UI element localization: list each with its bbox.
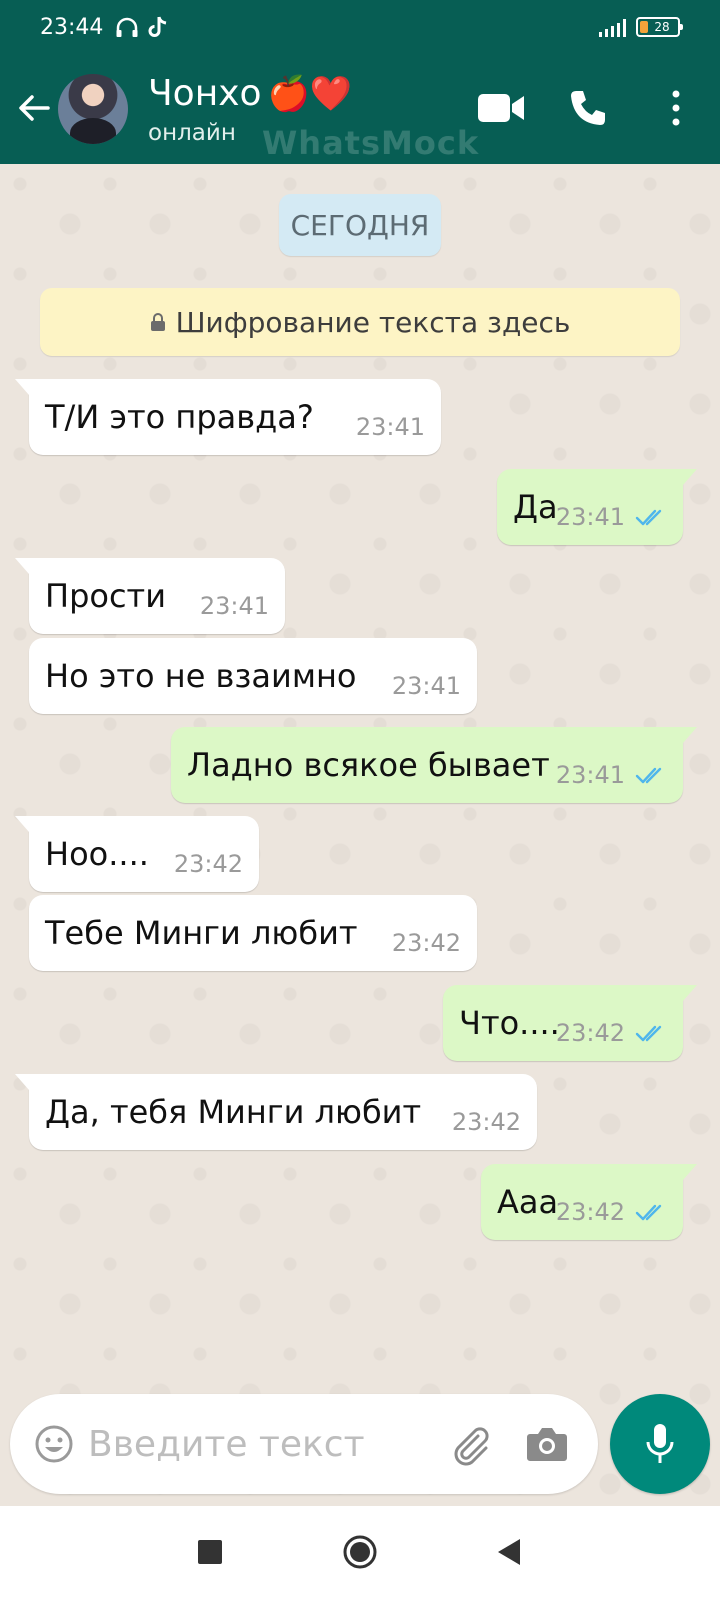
message-time: 23:41 [355,413,425,441]
message-text: Ааа [497,1183,559,1221]
message-incoming[interactable]: Ноо.... 23:42 [15,816,259,892]
message-incoming[interactable]: Прости 23:41 [15,558,285,634]
message-outgoing[interactable]: Ладно всякое бывает 23:41 [171,727,697,803]
lock-icon [150,313,165,331]
contact-name[interactable]: Чонхо 🍎❤️ [148,72,352,116]
system-nav-bar [0,1506,720,1600]
contact-name-emoji: 🍎❤️ [267,74,353,114]
message-time: 23:42 [391,929,461,957]
message-time: 23:42 [555,1019,625,1047]
message-incoming[interactable]: Да, тебя Минги любит 23:42 [15,1074,537,1150]
more-vert-icon[interactable] [664,88,688,128]
message-time: 23:41 [555,503,625,531]
message-text: Что.... [459,1004,560,1042]
message-text: Да, тебя Минги любит [45,1093,422,1131]
message-time: 23:42 [173,850,243,878]
message-text: Тебе Минги любит [45,914,358,952]
read-receipt-icon [635,767,662,784]
mic-button[interactable] [610,1394,710,1494]
message-time: 23:42 [555,1198,625,1226]
battery-level: 28 [654,20,670,34]
encryption-notice[interactable]: Шифрование текста здесь [40,288,680,356]
contact-avatar[interactable] [58,74,128,144]
recents-square-icon[interactable] [198,1540,222,1564]
message-incoming[interactable]: Тебе Минги любит 23:42 [29,895,477,971]
date-chip: СЕГОДНЯ [279,194,441,256]
back-triangle-icon[interactable] [494,1536,524,1568]
message-time: 23:41 [555,761,625,789]
status-notification-icons [115,15,169,39]
camera-icon[interactable] [526,1424,568,1462]
video-call-icon[interactable] [476,90,526,126]
home-circle-icon[interactable] [342,1534,378,1570]
message-incoming[interactable]: Т/И это правда? 23:41 [15,379,441,455]
encryption-notice-text: Шифрование текста здесь [175,305,571,339]
message-outgoing[interactable]: Ааа 23:42 [481,1164,697,1240]
phone-icon[interactable] [568,88,608,128]
chat-area[interactable]: СЕГОДНЯ Шифрование текста здесь Т/И это … [0,164,720,1506]
signal-icon [599,17,626,37]
battery-icon: 28 [636,17,683,37]
status-time: 23:44 [40,14,104,40]
message-input[interactable] [88,1420,428,1468]
message-time: 23:41 [199,592,269,620]
read-receipt-icon [635,509,662,526]
message-text: Т/И это правда? [45,398,314,436]
message-text: Ладно всякое бывает [187,746,550,784]
message-outgoing[interactable]: Да 23:41 [497,469,697,545]
watermark: WhatsMock [262,124,480,162]
message-incoming[interactable]: Но это не взаимно 23:41 [29,638,477,714]
back-arrow-icon[interactable] [16,90,52,126]
status-system-icons: 28 [599,17,683,37]
contact-name-text: Чонхо [148,73,262,114]
status-bar: 23:44 28 [0,0,720,54]
message-text: Да [513,488,558,526]
message-time: 23:41 [391,672,461,700]
chat-header: Чонхо 🍎❤️ онлайн WhatsMock [0,54,720,164]
emoji-icon[interactable] [34,1424,74,1464]
read-receipt-icon [635,1025,662,1042]
headphones-icon [116,17,138,37]
message-outgoing[interactable]: Что.... 23:42 [443,985,697,1061]
tiktok-icon [148,16,167,37]
message-text: Ноо.... [45,835,149,873]
message-composer [10,1394,598,1494]
mic-icon [646,1424,674,1463]
message-text: Но это не взаимно [45,657,357,695]
message-text: Прости [45,577,166,615]
attach-icon[interactable] [448,1422,492,1466]
message-time: 23:42 [451,1108,521,1136]
read-receipt-icon [635,1204,662,1221]
contact-status: онлайн [148,120,236,146]
